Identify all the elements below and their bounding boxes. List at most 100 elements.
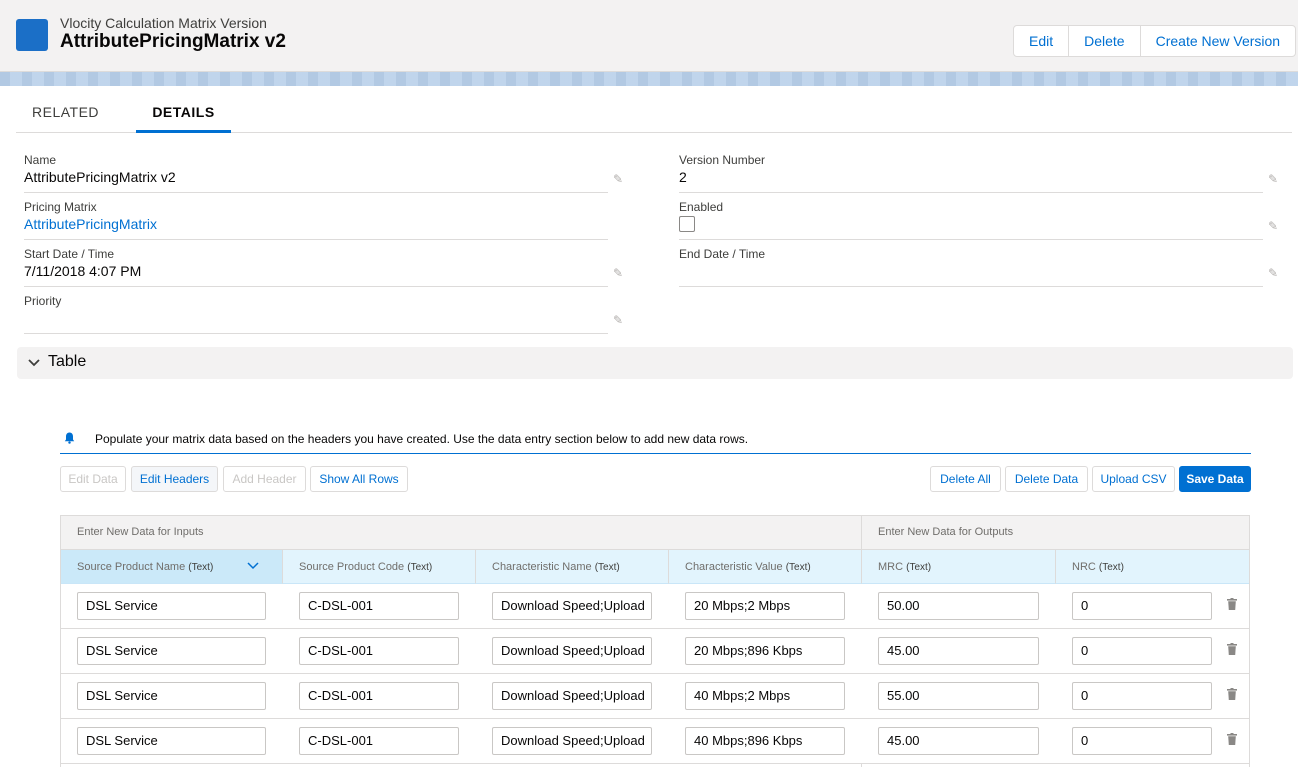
column-type: (Text)	[594, 562, 620, 573]
source-product-name-input[interactable]: DSL Service	[77, 637, 266, 665]
info-message: Populate your matrix data based on the h…	[95, 432, 749, 446]
characteristic-name-input[interactable]: Download Speed;Upload	[492, 682, 652, 710]
source-product-code-input[interactable]: C-DSL-001	[299, 727, 459, 755]
field-label: Priority	[24, 294, 62, 308]
characteristic-name-input[interactable]: Download Speed;Upload	[492, 592, 652, 620]
pricing-matrix-link[interactable]: AttributePricingMatrix	[24, 216, 157, 232]
source-product-code-input[interactable]: C-DSL-001	[299, 637, 459, 665]
mrc-input[interactable]: 45.00	[878, 727, 1039, 755]
trash-icon[interactable]	[1227, 733, 1237, 745]
column-type: (Text)	[1098, 562, 1124, 573]
field-name: Name AttributePricingMatrix v2	[24, 153, 608, 193]
column-header-characteristic-value[interactable]: Characteristic Value (Text)	[669, 550, 862, 584]
column-name: Source Product Name	[77, 561, 186, 573]
nrc-input[interactable]: 0	[1072, 592, 1212, 620]
edit-start-date-pencil-icon[interactable]: ✎	[613, 266, 623, 280]
add-header-button[interactable]: Add Header	[223, 466, 306, 492]
table-row: DSL Service C-DSL-001 Download Speed;Upl…	[61, 629, 1249, 674]
enabled-checkbox[interactable]	[679, 216, 695, 232]
column-name: Source Product Code	[299, 561, 405, 573]
characteristic-value-input[interactable]: 40 Mbps;896 Kbps	[685, 727, 845, 755]
column-name: NRC	[1072, 561, 1096, 573]
edit-enabled-pencil-icon[interactable]: ✎	[1268, 219, 1278, 233]
column-type: (Text)	[906, 562, 932, 573]
nrc-input[interactable]: 0	[1072, 637, 1212, 665]
inputs-group-label: Enter New Data for Inputs	[77, 526, 204, 538]
trash-icon[interactable]	[1227, 688, 1237, 700]
column-header-characteristic-name[interactable]: Characteristic Name (Text)	[476, 550, 669, 584]
source-product-name-input[interactable]: DSL Service	[77, 727, 266, 755]
field-start-date: Start Date / Time 7/11/2018 4:07 PM	[24, 247, 608, 287]
field-value: 7/11/2018 4:07 PM	[24, 263, 142, 279]
bell-icon	[64, 432, 75, 444]
characteristic-value-input[interactable]: 20 Mbps;2 Mbps	[685, 592, 845, 620]
table-row: DSL Service C-DSL-001 Download Speed;Upl…	[61, 719, 1249, 764]
nrc-input[interactable]: 0	[1072, 727, 1212, 755]
section-title: Table	[48, 353, 87, 370]
table-section-header[interactable]: Table	[17, 347, 1293, 379]
column-type: (Text)	[785, 562, 811, 573]
characteristic-value-input[interactable]: 40 Mbps;2 Mbps	[685, 682, 845, 710]
column-name: Characteristic Name	[492, 561, 592, 573]
field-priority: Priority	[24, 294, 608, 334]
mrc-input[interactable]: 45.00	[878, 637, 1039, 665]
save-data-button[interactable]: Save Data	[1179, 466, 1251, 492]
table-row: DSL Service C-DSL-001 Download Speed;Upl…	[61, 674, 1249, 719]
create-new-version-button[interactable]: Create New Version	[1141, 26, 1296, 56]
mrc-input[interactable]: 50.00	[878, 592, 1039, 620]
column-group-bar: Enter New Data for Inputs Enter New Data…	[61, 516, 1249, 550]
column-name: MRC	[878, 561, 904, 573]
edit-headers-button[interactable]: Edit Headers	[131, 466, 218, 492]
edit-button[interactable]: Edit	[1014, 26, 1070, 56]
field-label: End Date / Time	[679, 247, 766, 261]
record-header: Vlocity Calculation Matrix Version Attri…	[0, 0, 1298, 72]
source-product-code-input[interactable]: C-DSL-001	[299, 592, 459, 620]
tab-related[interactable]: RELATED	[32, 86, 99, 133]
field-label: Version Number	[679, 153, 766, 167]
edit-data-button[interactable]: Edit Data	[60, 466, 126, 492]
column-type: (Text)	[407, 562, 433, 573]
source-product-name-input[interactable]: DSL Service	[77, 682, 266, 710]
matrix-data-table: Enter New Data for Inputs Enter New Data…	[60, 515, 1250, 767]
table-row: DSL Service C-DSL-001 Download Speed;Upl…	[61, 584, 1249, 629]
show-all-rows-button[interactable]: Show All Rows	[310, 466, 408, 492]
field-label: Start Date / Time	[24, 247, 115, 261]
field-label: Pricing Matrix	[24, 200, 97, 214]
field-value: 2	[679, 169, 687, 185]
trash-icon[interactable]	[1227, 598, 1237, 610]
record-tabs: RELATED DETAILS	[16, 86, 1292, 133]
edit-priority-pencil-icon[interactable]: ✎	[613, 313, 623, 327]
header-decoration	[0, 72, 1298, 86]
chevron-down-icon	[28, 359, 40, 367]
matrix-object-icon	[16, 19, 48, 51]
object-type-label: Vlocity Calculation Matrix Version	[60, 15, 267, 31]
source-product-code-input[interactable]: C-DSL-001	[299, 682, 459, 710]
delete-all-button[interactable]: Delete All	[930, 466, 1001, 492]
characteristic-name-input[interactable]: Download Speed;Upload	[492, 727, 652, 755]
outputs-group-label: Enter New Data for Outputs	[878, 526, 1014, 538]
delete-button[interactable]: Delete	[1069, 26, 1141, 56]
column-header-source-product-name[interactable]: Source Product Name (Text)	[61, 550, 283, 584]
column-header-nrc[interactable]: NRC (Text)	[1056, 550, 1249, 584]
characteristic-name-input[interactable]: Download Speed;Upload	[492, 637, 652, 665]
edit-end-date-pencil-icon[interactable]: ✎	[1268, 266, 1278, 280]
field-value: AttributePricingMatrix v2	[24, 169, 176, 185]
info-banner: Populate your matrix data based on the h…	[60, 426, 1251, 454]
field-enabled: Enabled	[679, 200, 1263, 240]
chevron-down-icon[interactable]	[245, 557, 261, 573]
characteristic-value-input[interactable]: 20 Mbps;896 Kbps	[685, 637, 845, 665]
tab-details[interactable]: DETAILS	[136, 86, 231, 133]
field-pricing-matrix: Pricing Matrix AttributePricingMatrix	[24, 200, 608, 240]
nrc-input[interactable]: 0	[1072, 682, 1212, 710]
record-title: AttributePricingMatrix v2	[60, 31, 286, 52]
column-header-source-product-code[interactable]: Source Product Code (Text)	[283, 550, 476, 584]
column-header-mrc[interactable]: MRC (Text)	[862, 550, 1056, 584]
mrc-input[interactable]: 55.00	[878, 682, 1039, 710]
source-product-name-input[interactable]: DSL Service	[77, 592, 266, 620]
edit-name-pencil-icon[interactable]: ✎	[613, 172, 623, 186]
field-version-number: Version Number 2	[679, 153, 1263, 193]
delete-data-button[interactable]: Delete Data	[1005, 466, 1088, 492]
upload-csv-button[interactable]: Upload CSV	[1092, 466, 1175, 492]
edit-version-pencil-icon[interactable]: ✎	[1268, 172, 1278, 186]
trash-icon[interactable]	[1227, 643, 1237, 655]
